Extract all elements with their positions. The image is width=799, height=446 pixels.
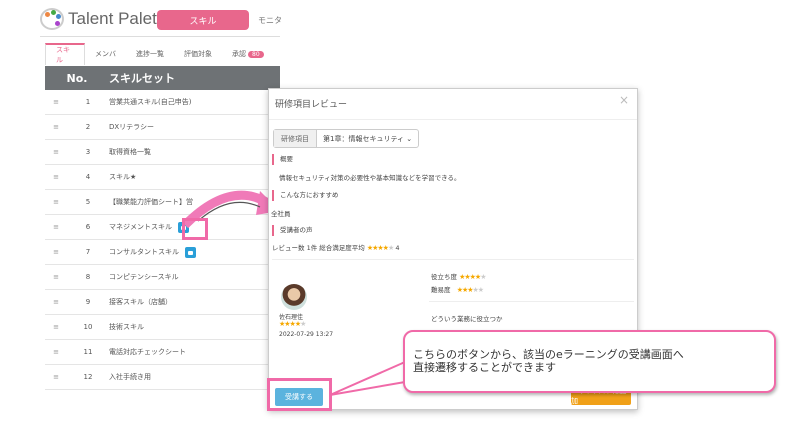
row-name: コンピテンシースキル [109, 273, 179, 281]
logo: Talent Palette [40, 8, 171, 30]
avg-value: 4 [395, 244, 400, 252]
row-name: 技術スキル [109, 323, 144, 331]
row-no: 8 [85, 273, 91, 281]
tab-label: メンバ [95, 50, 116, 58]
tab-evaluation[interactable]: 評価対象 [174, 43, 222, 65]
usefulness-label: 役立ち度 [431, 273, 457, 281]
drag-handle-icon[interactable]: ≡ [45, 148, 67, 156]
recommend-text: 全社員 [271, 210, 291, 218]
select-value: 第1章：情報セキュリティ [323, 134, 405, 143]
approval-count-badge: 80 [248, 50, 264, 58]
tab-label: 評価対象 [184, 50, 212, 58]
highlight-box [182, 218, 208, 240]
palette-icon [40, 8, 64, 30]
drag-handle-icon[interactable]: ≡ [45, 323, 67, 331]
drag-handle-icon[interactable]: ≡ [45, 173, 67, 181]
divider [269, 119, 637, 120]
row-no: 6 [85, 223, 91, 231]
tab-label: スキル [56, 46, 70, 64]
table-row[interactable]: ≡ 9 接客スキル（店舗） [45, 290, 280, 315]
row-no: 1 [85, 98, 91, 106]
star-rating: ★★★★★ [366, 244, 394, 252]
drag-handle-icon[interactable]: ≡ [45, 248, 67, 256]
table-row[interactable]: ≡ 1 営業共通スキル(自己申告) [45, 90, 280, 115]
review-summary: レビュー数 1件 総合満足度平均 ★★★★★ 4 [272, 242, 399, 252]
drag-handle-icon[interactable]: ≡ [45, 198, 67, 206]
row-no: 4 [85, 173, 91, 181]
table-row[interactable]: ≡ 7 コンサルタントスキル [45, 240, 280, 265]
nav-skill[interactable]: スキル [157, 10, 249, 30]
drag-handle-icon[interactable]: ≡ [45, 373, 67, 381]
drag-handle-icon[interactable]: ≡ [45, 98, 67, 106]
row-no: 2 [85, 123, 91, 131]
row-no: 9 [85, 298, 91, 306]
nav-monitor[interactable]: モニタ [258, 15, 282, 26]
table-row[interactable]: ≡ 12 入社手続き用 [45, 365, 280, 390]
overview-text: 情報セキュリティ対策の必要性や基本知識などを学習できる。 [279, 174, 461, 182]
tab-skill[interactable]: スキル [45, 43, 85, 65]
row-no: 3 [85, 148, 91, 156]
drag-handle-icon[interactable]: ≡ [45, 298, 67, 306]
drag-handle-icon[interactable]: ≡ [45, 273, 67, 281]
select-label: 研修項目 [274, 130, 317, 147]
drag-handle-icon[interactable]: ≡ [45, 123, 67, 131]
logo-text: Talent Palette [68, 9, 172, 28]
table-row[interactable]: ≡ 2 DXリテラシー [45, 115, 280, 140]
review-date: 2022-07-29 13:27 [279, 331, 334, 338]
voice-heading: 受講者の声 [272, 225, 313, 236]
table-row[interactable]: ≡ 11 電話対応チェックシート [45, 340, 280, 365]
row-name: コンサルタントスキル [109, 248, 179, 256]
tab-bar: スキル メンバ 進捗一覧 評価対象 承認 80 [45, 43, 274, 65]
col-no: No. [66, 71, 88, 85]
row-no: 12 [83, 373, 93, 381]
callout-line1: こちらのボタンから、該当のeラーニングの受講画面へ [413, 348, 684, 361]
difficulty-label: 難易度 [431, 286, 451, 294]
row-name: 電話対応チェックシート [109, 348, 186, 356]
tab-approval[interactable]: 承認 80 [222, 43, 274, 65]
row-name: 接客スキル（店舗） [109, 298, 172, 306]
callout-line2: 直接遷移することができます [413, 361, 556, 374]
chevron-down-icon: ⌄ [406, 134, 413, 143]
course-icon[interactable] [185, 246, 196, 258]
row-no: 11 [83, 348, 93, 356]
drag-handle-icon[interactable]: ≡ [45, 348, 67, 356]
close-icon[interactable]: × [619, 93, 629, 107]
row-no: 10 [83, 323, 93, 331]
recommend-heading: こんな方におすすめ [272, 190, 339, 201]
row-no: 5 [85, 198, 91, 206]
question-text: どういう業務に役立つか [431, 315, 503, 323]
usefulness-stars: ★★★★★ [459, 273, 486, 281]
avatar [281, 284, 307, 310]
row-name: 取得資格一覧 [109, 148, 151, 156]
tab-progress[interactable]: 進捗一覧 [126, 43, 174, 65]
difficulty-stars: ★★★★★ [456, 286, 484, 294]
training-item-select[interactable]: 研修項目 第1章：情報セキュリティ ⌄ [273, 129, 420, 148]
row-name: スキル★ [109, 173, 137, 181]
table-row[interactable]: ≡ 8 コンピテンシースキル [45, 265, 280, 290]
col-skillset: スキルセット [109, 72, 175, 85]
tab-members[interactable]: メンバ [85, 43, 126, 65]
divider [40, 36, 280, 37]
table-header: No. スキルセット [45, 66, 280, 90]
tab-label: 進捗一覧 [136, 50, 164, 58]
table-row[interactable]: ≡ 10 技術スキル [45, 315, 280, 340]
divider [272, 259, 634, 260]
table-row[interactable]: ≡ 3 取得資格一覧 [45, 140, 280, 165]
reviewer-stars: ★★★★★ [279, 320, 306, 328]
summary-text: レビュー数 1件 総合満足度平均 [272, 244, 365, 252]
divider [429, 301, 634, 302]
callout-tooltip: こちらのボタンから、該当のeラーニングの受講画面へ 直接遷移することができます [403, 330, 776, 393]
row-name: 営業共通スキル(自己申告) [109, 98, 192, 106]
row-name: 入社手続き用 [109, 373, 151, 381]
drag-handle-icon[interactable]: ≡ [45, 223, 67, 231]
tab-label: 承認 [232, 50, 246, 58]
row-name: マネジメントスキル [109, 223, 172, 231]
row-no: 7 [85, 248, 91, 256]
modal-title: 研修項目レビュー [275, 100, 348, 110]
overview-heading: 概要 [272, 154, 293, 165]
row-name: DXリテラシー [109, 123, 155, 131]
